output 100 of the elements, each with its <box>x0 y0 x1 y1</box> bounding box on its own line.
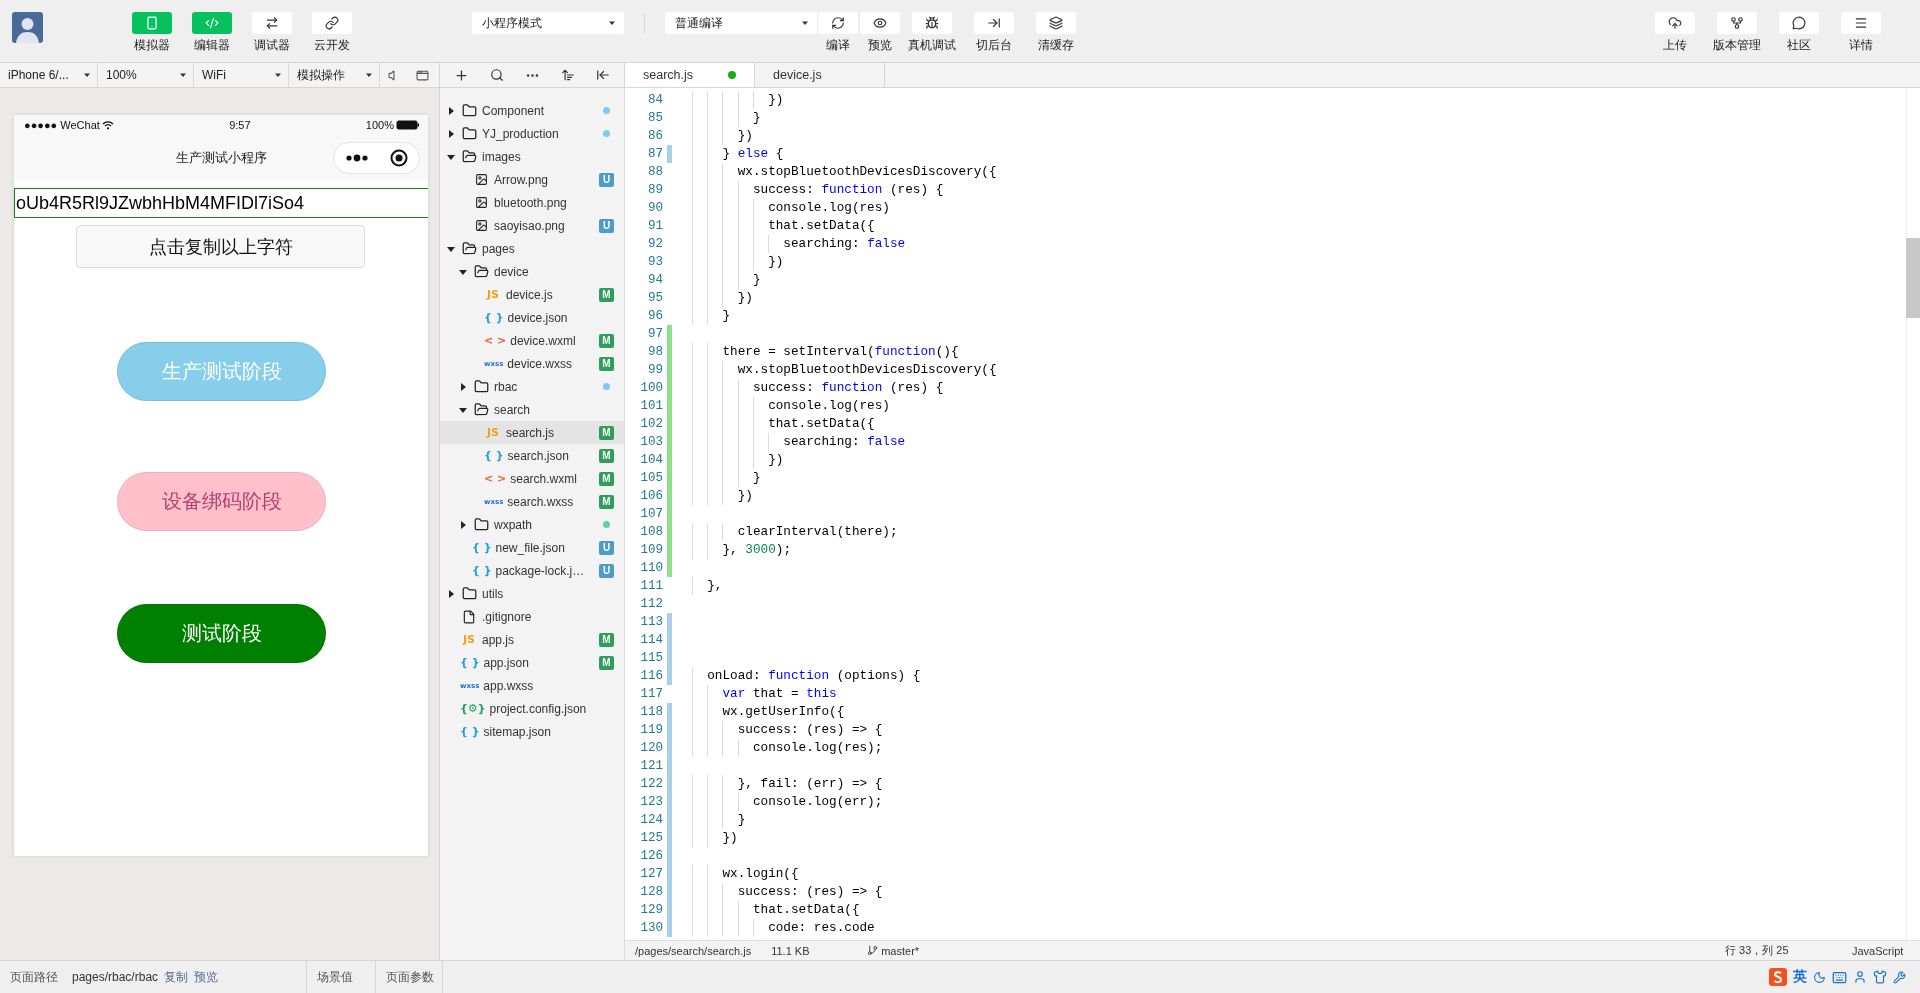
caret-down-icon <box>608 19 616 27</box>
code-line: success: (res) => { <box>692 883 883 901</box>
stage-button[interactable]: 设备绑码阶段 <box>117 472 326 531</box>
input-field[interactable]: oUb4R5Rl9JZwbhHbM4MFIDl7iSo4 <box>14 188 428 218</box>
scene-label: 场景值 <box>317 968 353 986</box>
toolbar-button[interactable] <box>1717 12 1757 34</box>
file-tree-item[interactable]: utils <box>440 582 624 605</box>
toolbar-label: 编辑器 <box>194 37 230 54</box>
copy-button[interactable]: 点击复制以上字符 <box>76 225 365 268</box>
file-tree-item[interactable]: wxpath <box>440 513 624 536</box>
caret-right-icon[interactable] <box>446 105 456 116</box>
file-tree-item[interactable]: pages <box>440 237 624 260</box>
file-path: /pages/search/search.js <box>635 944 752 957</box>
git-status-badge: U <box>599 172 614 187</box>
line-number: 113 <box>639 615 663 629</box>
line-number: 111 <box>639 579 663 593</box>
wrench-icon[interactable] <box>1893 970 1906 984</box>
toolbar-button[interactable] <box>1655 12 1695 34</box>
caret-right-icon[interactable] <box>446 588 456 599</box>
file-size: 11.1 KB <box>771 944 811 957</box>
file-tree-item[interactable]: {⚙} project.config.json <box>440 697 624 720</box>
git-status-badge: M <box>599 494 614 509</box>
simulator-select[interactable]: 100% <box>98 63 194 87</box>
file-tree-item[interactable]: { } app.json M <box>440 651 624 674</box>
code-line: searching: false <box>692 235 906 253</box>
file-tree-item[interactable]: Component <box>440 99 624 122</box>
file-tree-item[interactable]: { } search.json M <box>440 444 624 467</box>
sort-icon[interactable] <box>560 68 575 82</box>
file-tree-item[interactable]: YJ_production <box>440 122 624 145</box>
scrollbar-thumb[interactable] <box>1906 238 1920 318</box>
file-tree-item[interactable]: images <box>440 145 624 168</box>
file-tree-item[interactable]: rbac <box>440 375 624 398</box>
toolbar-button[interactable] <box>1779 12 1819 34</box>
folder-icon <box>472 379 490 394</box>
stage-button[interactable]: 测试阶段 <box>117 604 326 663</box>
input-mode-text[interactable]: 英 <box>1793 968 1807 986</box>
view-toggle-button[interactable] <box>312 12 352 34</box>
toolbar-button[interactable] <box>860 12 900 34</box>
code-line: } <box>692 469 761 487</box>
search-icon[interactable] <box>490 68 505 82</box>
file-tree-item[interactable]: device <box>440 260 624 283</box>
collapse-icon[interactable] <box>595 68 610 82</box>
git-branch[interactable]: master* <box>867 944 920 957</box>
file-tree-item[interactable]: { } new_file.json U <box>440 536 624 559</box>
file-name: app.json <box>483 655 530 670</box>
file-tree-item[interactable]: Arrow.png U <box>440 168 624 191</box>
line-number: 102 <box>639 417 663 431</box>
toolbar-label: 版本管理 <box>1713 37 1761 54</box>
simulator-select[interactable]: WiFi <box>194 63 289 87</box>
code-line: var that = this <box>692 685 837 703</box>
file-tree-item[interactable]: search <box>440 398 624 421</box>
mode-select[interactable]: 小程序模式 <box>472 12 624 34</box>
file-name: package-lock.j… <box>495 563 586 578</box>
caret-right-icon[interactable] <box>458 381 468 392</box>
toolbar-button[interactable] <box>1841 12 1881 34</box>
file-tree-item[interactable]: JS app.js M <box>440 628 624 651</box>
language-mode[interactable]: JavaScript <box>1852 944 1920 957</box>
moon-icon[interactable] <box>1813 970 1826 984</box>
simulator-select[interactable]: 模拟操作 <box>289 63 380 87</box>
folder-icon <box>472 517 490 532</box>
toolbar-button[interactable] <box>1036 12 1076 34</box>
file-tree-item[interactable]: < > device.wxml M <box>440 329 624 352</box>
file-tree-item[interactable]: < > search.wxml M <box>440 467 624 490</box>
caret-right-icon[interactable] <box>446 128 456 139</box>
file-tree-item[interactable]: saoyisao.png U <box>440 214 624 237</box>
view-toggle-button[interactable] <box>132 12 172 34</box>
input-method-logo-icon[interactable] <box>1769 968 1787 986</box>
add-icon[interactable] <box>454 67 470 83</box>
link-icon <box>325 16 339 30</box>
copy-link[interactable]: 复制 <box>164 968 189 986</box>
view-toggle-button[interactable] <box>192 12 232 34</box>
toolbar-button[interactable] <box>818 12 858 34</box>
file-name: device.wxss <box>507 356 573 371</box>
toolbar-button[interactable] <box>912 12 952 34</box>
simulator-select[interactable]: iPhone 6/... <box>0 63 98 87</box>
compile-select[interactable]: 普通编译 <box>665 12 817 34</box>
keyboard-icon[interactable] <box>1832 969 1847 985</box>
view-toggle-button[interactable] <box>252 12 292 34</box>
toolbar-label: 模拟器 <box>134 37 170 54</box>
capsule-button[interactable] <box>333 141 420 174</box>
file-tree-item[interactable]: JS search.js M <box>440 421 624 444</box>
code-line: that.setData({ <box>692 217 875 235</box>
shirt-icon[interactable] <box>1873 970 1887 984</box>
file-tree-item[interactable]: JS device.js M <box>440 283 624 306</box>
code-line: }, 3000); <box>692 541 791 559</box>
user-icon[interactable] <box>1853 970 1867 984</box>
file-tree-item[interactable]: { } device.json <box>440 306 624 329</box>
file-tree-item[interactable]: { } package-lock.j… U <box>440 559 624 582</box>
file-tree-item[interactable]: .gitignore <box>440 605 624 628</box>
caret-right-icon[interactable] <box>458 519 468 530</box>
toolbar-label: 切后台 <box>976 37 1012 54</box>
file-tree-item[interactable]: bluetooth.png <box>440 191 624 214</box>
file-name: wxpath <box>494 517 534 532</box>
line-number: 90 <box>647 201 663 215</box>
code-line: that.setData({ <box>692 415 875 433</box>
editor-tab[interactable]: search.js <box>625 63 755 87</box>
avatar-icon[interactable] <box>12 12 43 43</box>
file-type-icon: { } <box>472 540 492 555</box>
file-tree-item[interactable]: { } sitemap.json <box>440 720 624 743</box>
preview-link[interactable]: 预览 <box>194 968 219 986</box>
